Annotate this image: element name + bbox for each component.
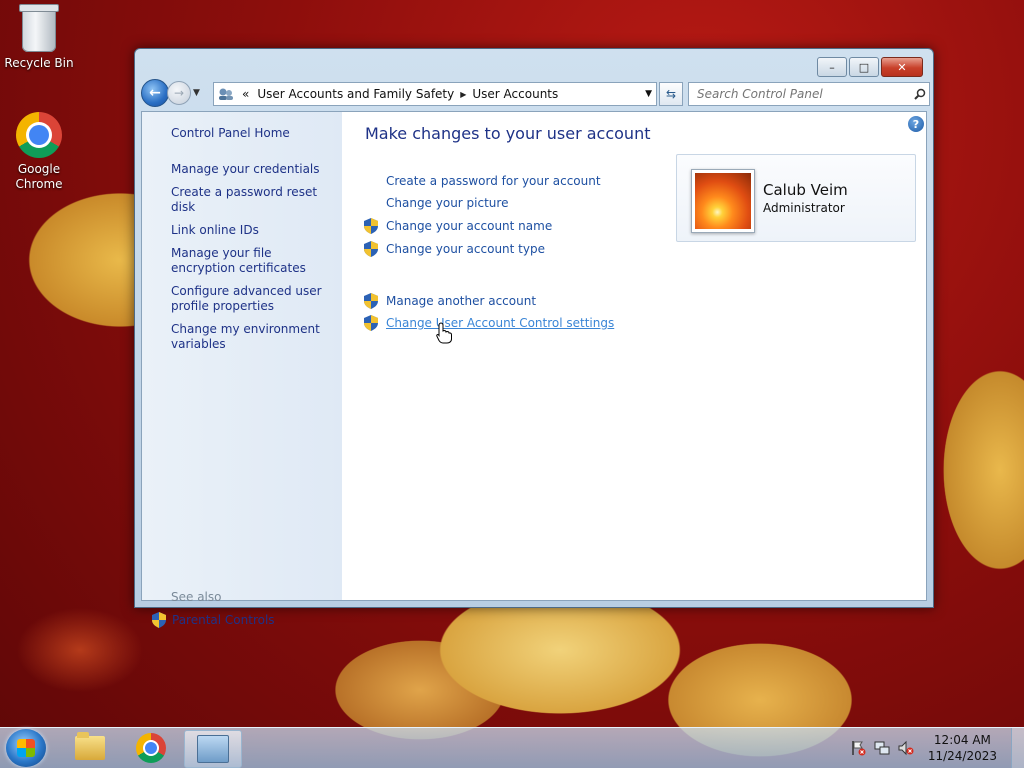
taskbar-control-panel-button[interactable]	[184, 730, 242, 768]
task-label: Change your picture	[386, 196, 509, 210]
left-task-links: Manage your credentials Create a passwor…	[171, 162, 331, 360]
create-password-reset-disk-link[interactable]: Create a password reset disk	[171, 185, 331, 215]
main-pane: ? Make changes to your user account Crea…	[342, 112, 926, 600]
user-accounts-window: – □ ✕ ← → ▼ « User Accounts and Family S…	[134, 48, 934, 628]
change-account-name-link[interactable]: Change your account name	[364, 218, 552, 234]
chrome-desktop-icon[interactable]: Google Chrome	[4, 112, 74, 192]
window-controls: – □ ✕	[817, 57, 923, 77]
parental-controls-label: Parental Controls	[172, 613, 275, 627]
manage-credentials-link[interactable]: Manage your credentials	[171, 162, 331, 177]
taskbar: 12:04 AM 11/24/2023	[0, 727, 1024, 768]
taskbar-explorer-button[interactable]	[62, 730, 118, 766]
maximize-button[interactable]: □	[849, 57, 879, 77]
show-desktop-button[interactable]	[1011, 728, 1024, 768]
change-account-type-link[interactable]: Change your account type	[364, 241, 545, 257]
uac-shield-icon	[364, 218, 378, 234]
close-button[interactable]: ✕	[881, 57, 923, 77]
search-box[interactable]	[688, 82, 930, 106]
refresh-icon: ⇆	[665, 87, 677, 101]
system-clock[interactable]: 12:04 AM 11/24/2023	[928, 732, 997, 764]
task-label: Change your account type	[386, 242, 545, 256]
recycle-bin-desktop-icon[interactable]: Recycle Bin	[4, 4, 74, 70]
breadcrumb-user-accounts[interactable]: User Accounts	[472, 87, 558, 101]
user-account-card: Calub Veim Administrator	[676, 154, 916, 242]
search-icon[interactable]	[911, 85, 929, 103]
search-input[interactable]	[695, 86, 911, 102]
user-role: Administrator	[763, 201, 845, 215]
link-online-ids-link[interactable]: Link online IDs	[171, 223, 331, 238]
recycle-bin-label: Recycle Bin	[4, 56, 74, 70]
task-label: Change your account name	[386, 219, 553, 233]
manage-encryption-certificates-link[interactable]: Manage your file encryption certificates	[171, 246, 331, 276]
network-icon[interactable]	[874, 740, 890, 756]
change-uac-settings-link[interactable]: Change User Account Control settings	[364, 315, 614, 331]
task-label: Change User Account Control settings	[386, 316, 615, 330]
uac-shield-icon	[364, 241, 378, 257]
folder-icon	[75, 732, 105, 760]
volume-muted-icon[interactable]	[898, 740, 914, 756]
chrome-icon	[16, 112, 62, 158]
configure-advanced-profile-link[interactable]: Configure advanced user profile properti…	[171, 284, 331, 314]
chrome-label: Google Chrome	[15, 162, 63, 191]
change-environment-variables-link[interactable]: Change my environment variables	[171, 322, 331, 352]
window-content: Control Panel Home Manage your credentia…	[141, 111, 927, 628]
see-also-label: See also	[171, 590, 222, 604]
back-button[interactable]: ←	[141, 79, 169, 107]
action-center-flag-icon[interactable]	[850, 740, 866, 756]
clock-date: 11/24/2023	[927, 749, 997, 763]
control-panel-icon	[197, 735, 229, 763]
create-password-link[interactable]: Create a password for your account	[364, 174, 601, 188]
task-label: Manage another account	[386, 294, 537, 308]
page-title: Make changes to your user account	[365, 124, 651, 143]
address-bar[interactable]: « User Accounts and Family Safety ▶ User…	[213, 82, 657, 106]
recent-pages-dropdown-icon[interactable]: ▼	[193, 88, 203, 98]
left-navigation-pane: Control Panel Home Manage your credentia…	[142, 112, 342, 628]
start-button[interactable]	[6, 729, 46, 767]
refresh-button[interactable]: ⇆	[659, 82, 683, 106]
taskbar-chrome-button[interactable]	[123, 730, 179, 766]
user-avatar[interactable]	[691, 169, 755, 233]
parental-controls-link[interactable]: Parental Controls	[152, 612, 275, 628]
clock-time: 12:04 AM	[933, 733, 991, 747]
forward-button[interactable]: →	[167, 81, 191, 105]
control-panel-home-link[interactable]: Control Panel Home	[171, 126, 290, 140]
control-panel-icon	[218, 87, 234, 101]
breadcrumb-overflow[interactable]: «	[242, 87, 249, 101]
uac-shield-icon	[364, 293, 378, 309]
hand-cursor-icon	[436, 322, 452, 344]
breadcrumb-user-accounts-family-safety[interactable]: User Accounts and Family Safety	[257, 87, 454, 101]
address-dropdown-icon[interactable]: ▼	[645, 89, 652, 99]
breadcrumb-separator-icon[interactable]: ▶	[460, 90, 466, 99]
minimize-button[interactable]: –	[817, 57, 847, 77]
user-name: Calub Veim	[763, 181, 848, 199]
task-label: Create a password for your account	[386, 174, 601, 188]
chrome-icon	[136, 733, 166, 763]
system-tray: 12:04 AM 11/24/2023	[846, 728, 1024, 768]
uac-shield-icon	[364, 315, 378, 331]
flower-picture-icon	[695, 173, 751, 229]
manage-another-account-link[interactable]: Manage another account	[364, 293, 536, 309]
help-icon[interactable]: ?	[908, 116, 924, 132]
navigation-bar: ← → ▼ « User Accounts and Family Safety …	[141, 79, 930, 107]
uac-shield-icon	[152, 612, 166, 628]
recycle-bin-icon	[19, 4, 59, 52]
change-picture-link[interactable]: Change your picture	[364, 196, 508, 210]
